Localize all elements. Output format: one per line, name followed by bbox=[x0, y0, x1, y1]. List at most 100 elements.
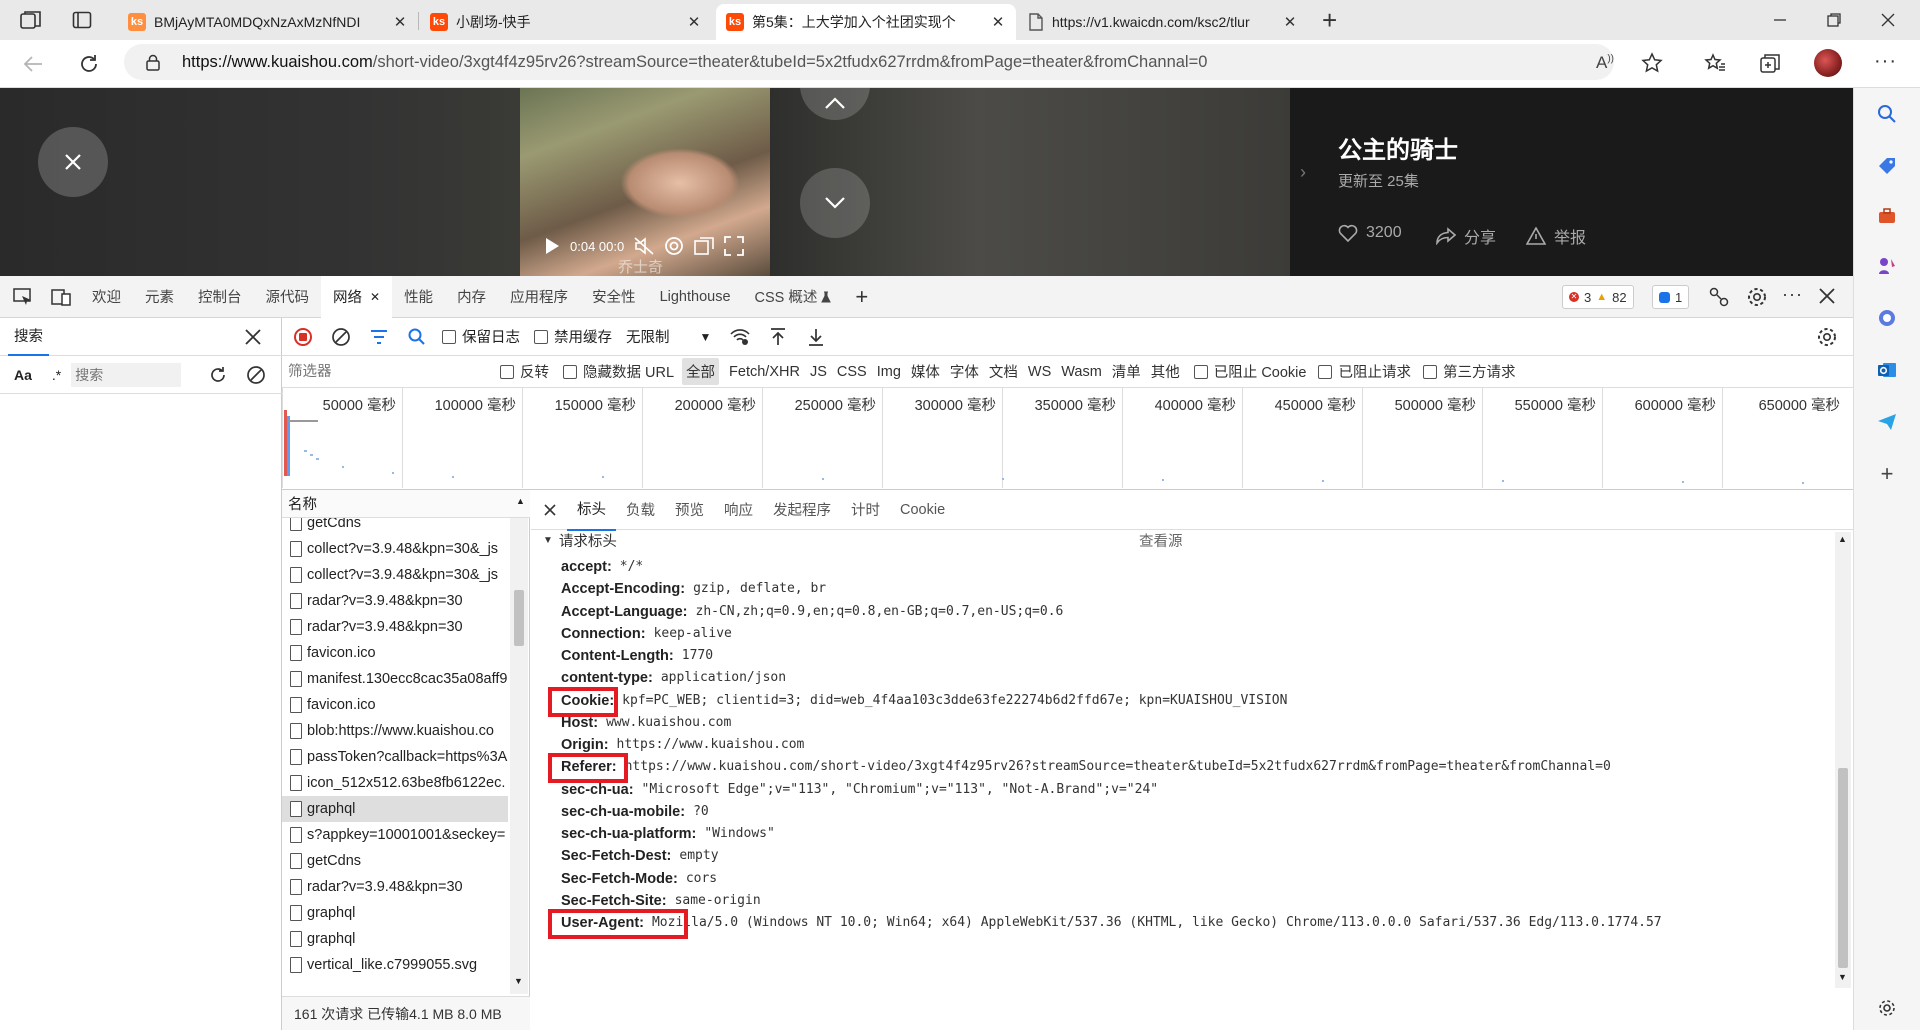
details-scrollbar[interactable]: ▲ ▼ bbox=[1835, 532, 1851, 988]
details-tab[interactable]: 发起程序 bbox=[763, 489, 841, 530]
play-icon[interactable] bbox=[544, 237, 560, 255]
request-row[interactable]: getCdns bbox=[282, 848, 508, 874]
device-emulation-icon[interactable] bbox=[42, 278, 80, 316]
blocked-requests-checkbox[interactable] bbox=[1318, 364, 1333, 379]
filter-type-button[interactable]: Fetch/XHR bbox=[729, 364, 800, 380]
details-tab[interactable]: 预览 bbox=[665, 489, 714, 530]
filter-type-button[interactable]: WS bbox=[1028, 364, 1051, 380]
mute-icon[interactable] bbox=[634, 237, 654, 255]
chevron-right-icon[interactable]: › bbox=[1300, 162, 1306, 183]
tab-actions-icon[interactable] bbox=[72, 10, 92, 30]
close-details-icon[interactable] bbox=[543, 503, 557, 517]
messages-counter[interactable]: 1 bbox=[1652, 285, 1690, 309]
request-row[interactable]: graphql bbox=[282, 900, 508, 926]
scrollbar-thumb[interactable] bbox=[1838, 768, 1848, 968]
search-panel-tab[interactable]: 搜索 bbox=[8, 318, 49, 356]
name-column-header[interactable]: 名称 ▲ bbox=[282, 490, 530, 518]
profile-avatar[interactable] bbox=[1814, 49, 1842, 77]
window-close-icon[interactable] bbox=[1880, 12, 1896, 28]
telegram-send-icon[interactable] bbox=[1854, 402, 1920, 442]
settings-icon[interactable] bbox=[664, 236, 684, 256]
read-aloud-icon[interactable]: A)) bbox=[1596, 53, 1614, 73]
report-button[interactable]: 举报 bbox=[1526, 224, 1586, 248]
request-row[interactable]: vertical_like.c7999055.svg bbox=[282, 952, 508, 978]
browser-tab-4[interactable]: https://v1.kwaicdn.com/ksc2/tlur ✕ bbox=[1018, 4, 1308, 40]
scroll-up-arrow-icon[interactable]: ▲ bbox=[516, 496, 525, 506]
devtools-tab[interactable]: 安全性 bbox=[580, 276, 648, 318]
invert-checkbox[interactable] bbox=[500, 364, 514, 379]
scrollbar-thumb[interactable] bbox=[514, 590, 524, 646]
settings-gear-icon[interactable] bbox=[1746, 286, 1768, 308]
devtools-tab[interactable]: 欢迎 bbox=[80, 276, 133, 318]
request-headers-section-toggle[interactable]: ▼ 请求标头 bbox=[543, 530, 617, 550]
shopping-tag-icon[interactable] bbox=[1854, 146, 1920, 186]
close-icon[interactable] bbox=[244, 328, 262, 346]
search-icon[interactable] bbox=[398, 318, 436, 356]
request-row[interactable]: s?appkey=10001001&seckey= bbox=[282, 822, 508, 848]
devtools-tab[interactable]: 内存 bbox=[445, 276, 498, 318]
filter-type-button[interactable]: 字体 bbox=[950, 361, 979, 382]
export-har-icon[interactable] bbox=[797, 318, 835, 356]
more-tools-button[interactable]: + bbox=[843, 276, 880, 318]
new-tab-button[interactable]: + bbox=[1322, 6, 1337, 34]
disable-cache-checkbox[interactable] bbox=[534, 329, 548, 344]
filter-type-button[interactable]: Wasm bbox=[1061, 364, 1102, 380]
chevron-down-icon[interactable]: ▼ bbox=[700, 330, 712, 344]
details-tab-headers[interactable]: 标头 bbox=[567, 488, 616, 531]
close-devtools-icon[interactable] bbox=[1818, 287, 1836, 305]
back-icon[interactable] bbox=[22, 54, 44, 74]
devtools-tab[interactable]: 源代码 bbox=[254, 276, 322, 318]
minimize-icon[interactable] bbox=[1772, 12, 1788, 28]
hide-data-urls-checkbox[interactable] bbox=[563, 364, 577, 379]
request-row[interactable]: manifest.130ecc8cac35a08aff9 bbox=[282, 666, 508, 692]
filter-type-button[interactable]: Img bbox=[877, 364, 901, 380]
network-conditions-icon[interactable] bbox=[721, 318, 759, 356]
favorite-star-icon[interactable] bbox=[1641, 52, 1663, 74]
devtools-tab-network[interactable]: 网络 ✕ bbox=[321, 275, 393, 318]
close-icon[interactable]: ✕ bbox=[392, 13, 408, 31]
filter-type-button[interactable]: CSS bbox=[837, 364, 867, 380]
collections-icon[interactable] bbox=[1759, 52, 1781, 74]
lock-icon[interactable] bbox=[146, 54, 160, 71]
scroll-up-arrow-icon[interactable]: ▲ bbox=[1838, 534, 1847, 544]
request-row[interactable]: collect?v=3.9.48&kpn=30&_js bbox=[282, 562, 508, 588]
details-tab[interactable]: Cookie bbox=[890, 492, 955, 528]
video-frame[interactable]: 0:04 00:0 乔士奇 bbox=[520, 88, 770, 276]
request-row-selected[interactable]: graphql bbox=[282, 796, 508, 822]
pip-icon[interactable] bbox=[694, 237, 715, 255]
next-episode-button[interactable] bbox=[800, 168, 870, 238]
refresh-icon[interactable] bbox=[208, 365, 228, 385]
close-icon[interactable]: ✕ bbox=[1282, 13, 1298, 31]
reload-icon[interactable] bbox=[78, 53, 100, 75]
filter-type-button[interactable]: 文档 bbox=[989, 361, 1018, 382]
request-row[interactable]: favicon.ico bbox=[282, 692, 508, 718]
filter-type-button[interactable]: 媒体 bbox=[911, 361, 940, 382]
filter-type-button[interactable]: JS bbox=[810, 364, 827, 380]
like-button[interactable]: 3200 bbox=[1338, 224, 1402, 242]
filter-type-all[interactable]: 全部 bbox=[682, 358, 720, 385]
network-settings-gear-icon[interactable] bbox=[1816, 326, 1838, 348]
favorites-icon[interactable] bbox=[1704, 52, 1726, 74]
request-row[interactable]: passToken?callback=https%3A bbox=[282, 744, 508, 770]
network-overview-timeline[interactable]: 50000 毫秒 100000 毫秒 150000 毫秒 200000 毫秒 2… bbox=[282, 388, 1853, 490]
regex-button[interactable]: .* bbox=[52, 367, 61, 383]
tools-icon[interactable] bbox=[1854, 196, 1920, 236]
url-input[interactable]: https://www.kuaishou.com/short-video/3xg… bbox=[124, 44, 1614, 80]
view-source-link[interactable]: 查看源 bbox=[1139, 530, 1183, 551]
network-connections-icon[interactable] bbox=[1708, 286, 1730, 308]
request-row[interactable]: radar?v=3.9.48&kpn=30 bbox=[282, 874, 508, 900]
scroll-down-arrow-icon[interactable]: ▼ bbox=[514, 976, 523, 986]
request-row[interactable]: getCdns bbox=[282, 518, 508, 536]
request-row[interactable]: graphql bbox=[282, 926, 508, 952]
inspect-element-icon[interactable] bbox=[4, 278, 42, 316]
clear-log-icon[interactable] bbox=[322, 318, 360, 356]
clear-icon[interactable] bbox=[246, 365, 266, 385]
browser-tab-3-active[interactable]: ks 第5集：上大学加入个社团实现个 ✕ bbox=[716, 4, 1016, 40]
filter-input[interactable] bbox=[284, 358, 490, 385]
match-case-button[interactable]: Aa bbox=[14, 367, 32, 383]
devtools-tab[interactable]: 应用程序 bbox=[498, 276, 580, 318]
browser-tab-1[interactable]: ks BMjAyMTA0MDQxNzAxMzNfNDI ✕ bbox=[118, 4, 418, 40]
record-stop-icon[interactable] bbox=[284, 318, 322, 356]
request-row[interactable]: collect?v=3.9.48&kpn=30&_js bbox=[282, 536, 508, 562]
sidebar-settings-gear-icon[interactable] bbox=[1854, 988, 1920, 1028]
